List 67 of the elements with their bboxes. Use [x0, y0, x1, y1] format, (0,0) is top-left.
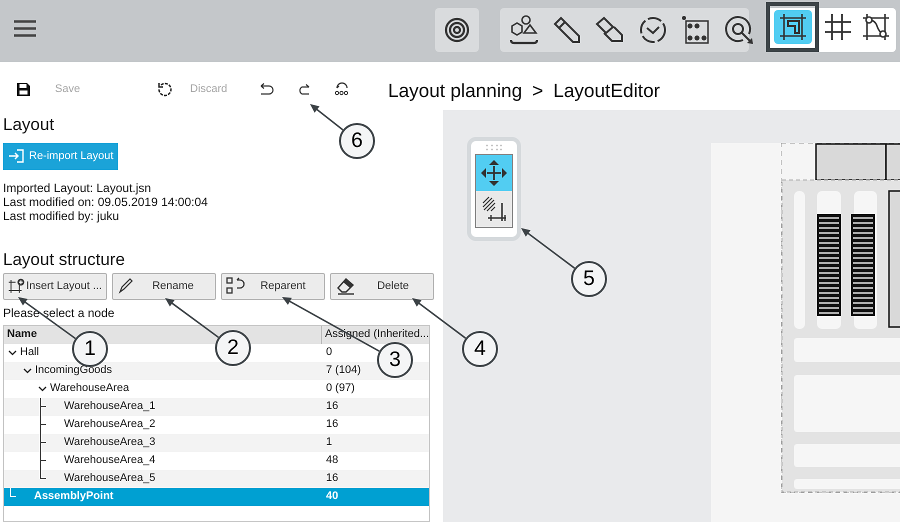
- clock-icon[interactable]: [637, 14, 669, 46]
- assigned-count: 16: [325, 399, 338, 414]
- tree-row[interactable]: WarehouseArea_1 16: [4, 398, 429, 416]
- callout-badge: 6: [339, 123, 375, 159]
- eraser-icon: [335, 276, 357, 296]
- radar-icon: [444, 17, 470, 43]
- path-view-icon: [861, 12, 891, 42]
- chevron-down-icon[interactable]: [38, 384, 47, 394]
- assigned-count: 40: [325, 489, 338, 504]
- section-heading: Layout: [3, 114, 54, 136]
- assigned-count: 0 (97): [325, 381, 355, 396]
- canvas-tool-button[interactable]: [476, 191, 512, 227]
- drag-handle-icon[interactable]: [485, 144, 503, 151]
- node-name: WarehouseArea_3: [64, 435, 156, 450]
- radar-button[interactable]: [435, 8, 479, 52]
- node-name: AssemblyPoint: [34, 489, 114, 504]
- callout-arrow: [310, 104, 344, 130]
- save-icon: [16, 82, 31, 97]
- assigned-count: 7 (104): [325, 363, 361, 378]
- node-name: WarehouseArea_2: [64, 417, 156, 432]
- node-name: WarehouseArea: [50, 381, 130, 396]
- menu-icon[interactable]: [14, 20, 36, 37]
- layout-view-icon: [778, 12, 808, 42]
- toolbar-button[interactable]: Rename: [112, 272, 216, 300]
- reparent-icon: [226, 276, 246, 296]
- tree-row[interactable]: WarehouseArea_4 48: [4, 452, 429, 470]
- assigned-count: 48: [325, 453, 338, 468]
- pencil-icon[interactable]: [551, 14, 583, 46]
- zoom-search-icon[interactable]: [723, 14, 755, 46]
- import-icon: [8, 149, 24, 164]
- breadcrumb-link[interactable]: Layout planning: [388, 78, 522, 106]
- breadcrumb-current: LayoutEditor: [553, 80, 660, 104]
- node-name: WarehouseArea_5: [64, 471, 156, 486]
- shapes-icon[interactable]: [508, 14, 540, 46]
- grid-dots-icon[interactable]: [680, 14, 712, 46]
- info-text: Last modified on: 09.05.2019 14:00:04: [3, 194, 209, 209]
- node-name: WarehouseArea_1: [64, 399, 156, 414]
- callout-arrow: [165, 298, 219, 338]
- node-name: Hall: [20, 345, 39, 360]
- info-text: Last modified by: juku: [3, 208, 120, 223]
- tree-row[interactable]: WarehouseArea_5 16: [4, 470, 429, 488]
- info-text: Imported Layout: Layout.jsn: [3, 180, 152, 195]
- toolbar-button[interactable]: Delete: [330, 272, 434, 300]
- chevron-down-icon[interactable]: [23, 366, 32, 376]
- section-heading: Layout structure: [3, 248, 125, 271]
- tree-row[interactable]: WarehouseArea_3 1: [4, 434, 429, 452]
- tree-connector: [10, 488, 16, 497]
- callout-arrow: [521, 228, 576, 269]
- history-icon[interactable]: [334, 82, 349, 96]
- breadcrumb-separator: >: [532, 80, 544, 104]
- toolbar-button[interactable]: Insert Layout ...: [3, 272, 107, 300]
- hint-text: Please select a node: [3, 306, 116, 321]
- move-icon: [479, 159, 509, 187]
- undo-icon[interactable]: [259, 83, 274, 95]
- canvas-tool-button[interactable]: [476, 155, 512, 191]
- assigned-count: 1: [325, 435, 332, 450]
- toolbar-button[interactable]: Reparent: [221, 272, 325, 300]
- chevron-down-icon[interactable]: [8, 348, 17, 358]
- assigned-count: 16: [325, 417, 338, 432]
- discard-icon: [157, 82, 172, 97]
- grid-view-icon: [823, 12, 853, 42]
- node-name: WarehouseArea_4: [64, 453, 156, 468]
- tree-row[interactable]: WarehouseArea_2 16: [4, 416, 429, 434]
- pencil-icon: [117, 277, 135, 296]
- assigned-count: 0: [325, 345, 332, 360]
- assigned-count: 16: [325, 471, 338, 486]
- view-mode-button[interactable]: [766, 2, 819, 52]
